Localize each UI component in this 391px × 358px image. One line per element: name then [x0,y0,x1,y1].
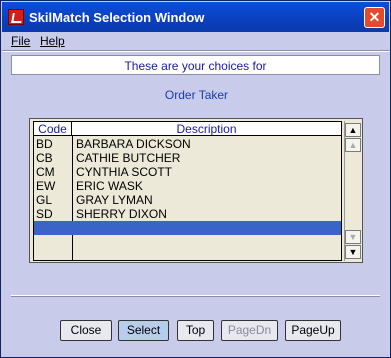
row-code: CM [36,165,55,179]
row-code: SD [36,207,53,221]
close-button[interactable]: Close [60,320,112,341]
table-row[interactable]: CB CATHIE BUTCHER [34,151,341,165]
vertical-scrollbar[interactable]: ▲ ▲ ▼ ▼ [344,121,361,261]
row-description: CYNTHIA SCOTT [76,165,173,179]
table-row[interactable]: BD BARBARA DICKSON [34,137,341,151]
row-description: GRAY LYMAN [76,193,153,207]
column-header-code[interactable]: Code [34,122,72,136]
selection-table[interactable]: Code Description BD BARBARA DICKSON CB CATH… [33,121,342,261]
scroll-to-top-icon[interactable]: ▲ [345,123,361,137]
table-row[interactable]: GL GRAY LYMAN [34,193,341,207]
scroll-down-icon[interactable]: ▼ [345,230,361,244]
pageup-button[interactable]: PageUp [285,320,341,341]
menu-help-label: Help [40,34,65,48]
row-description: BARBARA DICKSON [76,137,191,151]
row-description: CATHIE BUTCHER [76,151,181,165]
skilmatch-window: SkilMatch Selection Window ✕ File Help T… [0,0,391,358]
menu-file-label: File [11,34,31,48]
header-box: These are your choices for [11,55,380,75]
selection-table-frame: Code Description BD BARBARA DICKSON CB CATH… [29,118,363,263]
row-code: EW [36,179,56,193]
close-window-button[interactable]: ✕ [364,7,385,28]
menu-help[interactable]: Help [40,34,65,48]
row-code: GL [36,193,53,207]
row-description: SHERRY DIXON [76,207,167,221]
scroll-up-icon[interactable]: ▲ [345,138,361,152]
row-code: BD [36,137,53,151]
column-header-description[interactable]: Description [72,122,341,136]
table-row[interactable] [34,221,341,235]
table-row[interactable]: EW ERIC WASK [34,179,341,193]
scroll-to-bottom-icon[interactable]: ▼ [345,245,361,259]
pagedn-button[interactable]: PageDn [221,320,278,341]
bottom-divider [11,295,380,297]
row-description: ERIC WASK [76,179,143,193]
app-icon [8,9,24,25]
menu-bar: File Help [2,32,389,50]
menu-file[interactable]: File [11,34,30,48]
window-title: SkilMatch Selection Window [29,10,205,25]
top-button[interactable]: Top [177,320,214,341]
mode-label: Order Taker [164,88,229,102]
header-text: These are your choices for [124,59,267,73]
table-row[interactable]: SD SHERRY DIXON [34,207,341,221]
select-button[interactable]: Select [118,320,169,341]
table-row[interactable]: CM CYNTHIA SCOTT [34,165,341,179]
menu-divider [2,50,389,52]
title-bar[interactable]: SkilMatch Selection Window ✕ [2,2,389,32]
row-code: CB [36,151,53,165]
